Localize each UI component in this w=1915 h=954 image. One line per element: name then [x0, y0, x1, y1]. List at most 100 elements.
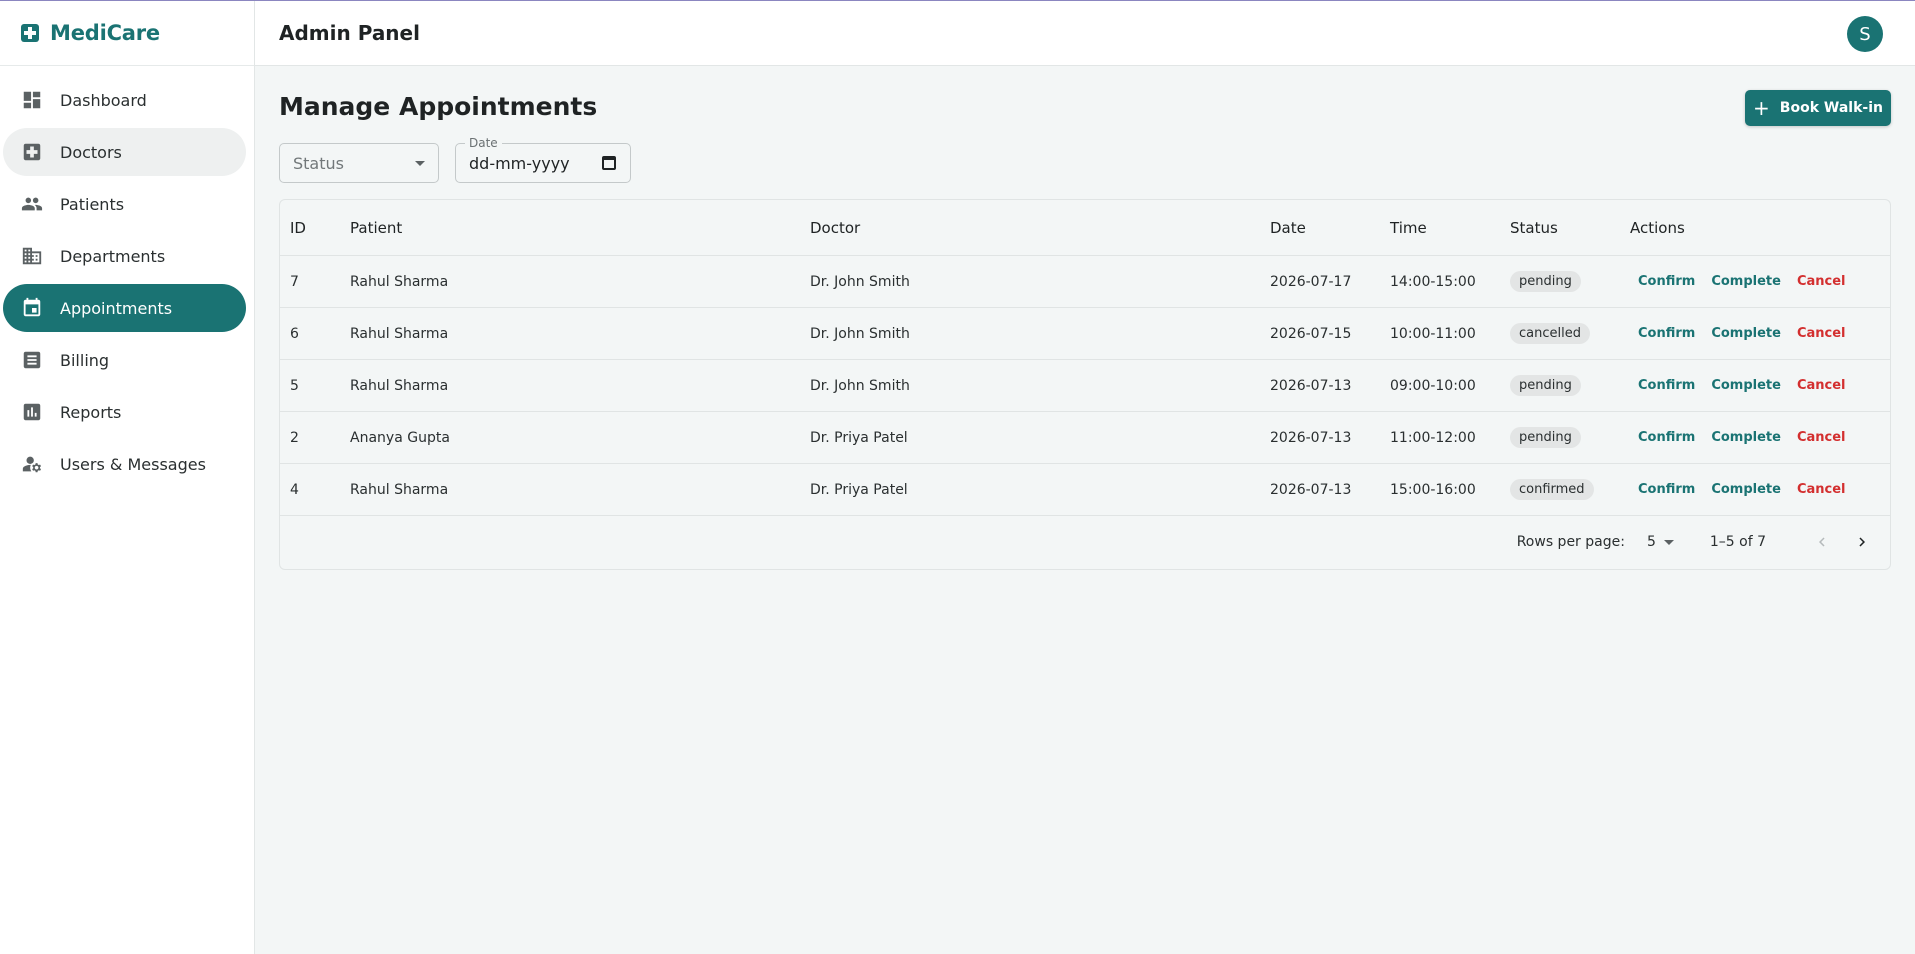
column-header-id: ID — [290, 218, 306, 237]
confirm-button[interactable]: Confirm — [1630, 322, 1703, 345]
sidebar: MediCare Dashboard Doctors Patients Depa… — [0, 1, 255, 954]
plus-icon: + — [1753, 96, 1770, 120]
medical-cross-icon — [21, 141, 43, 163]
rows-per-page-value: 5 — [1646, 534, 1656, 550]
cell-doctor: Dr. Priya Patel — [810, 429, 908, 446]
status-badge: pending — [1510, 375, 1581, 396]
calendar-icon — [21, 297, 43, 319]
cell-actions: Confirm Complete Cancel — [1630, 374, 1890, 397]
cell-doctor: Dr. John Smith — [810, 377, 910, 394]
sidebar-item-appointments[interactable]: Appointments — [3, 284, 246, 332]
table-row: 4 Rahul Sharma Dr. Priya Patel 2026-07-1… — [280, 464, 1890, 516]
rows-per-page-label: Rows per page: — [1516, 534, 1625, 550]
cell-patient: Rahul Sharma — [350, 325, 449, 342]
sidebar-item-label: Reports — [60, 402, 122, 422]
dashboard-icon — [21, 89, 43, 111]
next-page-button[interactable] — [1848, 528, 1876, 556]
building-icon — [21, 245, 43, 267]
table-row: 2 Ananya Gupta Dr. Priya Patel 2026-07-1… — [280, 412, 1890, 464]
previous-page-button[interactable] — [1808, 528, 1836, 556]
column-header-date: Date — [1270, 218, 1306, 237]
cell-actions: Confirm Complete Cancel — [1630, 426, 1890, 449]
cancel-button[interactable]: Cancel — [1789, 478, 1854, 501]
sidebar-item-label: Billing — [60, 350, 110, 370]
cell-time: 15:00-16:00 — [1390, 481, 1476, 498]
confirm-button[interactable]: Confirm — [1630, 426, 1703, 449]
cell-status: cancelled — [1510, 323, 1630, 344]
cell-id: 6 — [290, 325, 299, 342]
table-row: 6 Rahul Sharma Dr. John Smith 2026-07-15… — [280, 308, 1890, 360]
status-badge: pending — [1510, 271, 1581, 292]
cell-date: 2026-07-13 — [1270, 377, 1352, 394]
book-walk-in-button[interactable]: + Book Walk-in — [1745, 90, 1891, 126]
column-header-time: Time — [1390, 218, 1427, 237]
cell-status: pending — [1510, 375, 1630, 396]
sidebar-item-patients[interactable]: Patients — [3, 180, 246, 228]
cancel-button[interactable]: Cancel — [1789, 322, 1854, 345]
sidebar-item-departments[interactable]: Departments — [3, 232, 246, 280]
page-title: Manage Appointments — [279, 92, 598, 121]
brand[interactable]: MediCare — [0, 1, 254, 66]
sidebar-item-label: Users & Messages — [60, 454, 206, 474]
chevron-down-icon — [415, 161, 425, 166]
cell-time: 09:00-10:00 — [1390, 377, 1476, 394]
status-filter-select[interactable]: Status — [279, 143, 439, 183]
table-pagination: Rows per page: 5 1–5 of 7 — [280, 516, 1890, 568]
status-filter-placeholder: Status — [293, 153, 344, 173]
sidebar-item-doctors[interactable]: Doctors — [3, 128, 246, 176]
confirm-button[interactable]: Confirm — [1630, 270, 1703, 293]
manage-accounts-icon — [21, 453, 43, 475]
confirm-button[interactable]: Confirm — [1630, 478, 1703, 501]
rows-per-page-select[interactable]: 5 — [1647, 534, 1674, 550]
complete-button[interactable]: Complete — [1703, 478, 1789, 501]
sidebar-item-label: Appointments — [60, 298, 173, 318]
book-walk-in-label: Book Walk-in — [1779, 100, 1883, 116]
people-icon — [21, 193, 43, 215]
cancel-button[interactable]: Cancel — [1789, 426, 1854, 449]
status-badge: pending — [1510, 427, 1581, 448]
cell-time: 10:00-11:00 — [1390, 325, 1476, 342]
calendar-picker-icon[interactable] — [602, 156, 616, 170]
sidebar-item-reports[interactable]: Reports — [3, 388, 246, 436]
chevron-right-icon — [1859, 537, 1865, 547]
cell-status: confirmed — [1510, 479, 1630, 500]
cell-date: 2026-07-15 — [1270, 325, 1352, 342]
cell-date: 2026-07-13 — [1270, 481, 1352, 498]
cell-id: 2 — [290, 429, 299, 446]
table-row: 5 Rahul Sharma Dr. John Smith 2026-07-13… — [280, 360, 1890, 412]
cell-patient: Rahul Sharma — [350, 481, 449, 498]
appointments-table: ID Patient Doctor Date Time Status Actio… — [279, 199, 1891, 570]
chevron-left-icon — [1819, 537, 1825, 547]
sidebar-item-label: Dashboard — [60, 90, 147, 110]
sidebar-item-users-messages[interactable]: Users & Messages — [3, 440, 246, 488]
date-filter-label: Date — [465, 136, 502, 150]
date-filter-input[interactable]: Date dd-mm-yyyy — [455, 136, 631, 183]
complete-button[interactable]: Complete — [1703, 270, 1789, 293]
brand-name: MediCare — [50, 21, 160, 45]
cancel-button[interactable]: Cancel — [1789, 374, 1854, 397]
cell-patient: Rahul Sharma — [350, 273, 449, 290]
cancel-button[interactable]: Cancel — [1789, 270, 1854, 293]
cell-status: pending — [1510, 271, 1630, 292]
avatar[interactable]: S — [1847, 16, 1883, 52]
cell-id: 4 — [290, 481, 299, 498]
sidebar-item-dashboard[interactable]: Dashboard — [3, 76, 246, 124]
table-row: 7 Rahul Sharma Dr. John Smith 2026-07-17… — [280, 256, 1890, 308]
bar-chart-icon — [21, 401, 43, 423]
receipt-icon — [21, 349, 43, 371]
complete-button[interactable]: Complete — [1703, 426, 1789, 449]
status-badge: cancelled — [1510, 323, 1590, 344]
status-badge: confirmed — [1510, 479, 1594, 500]
table-header-row: ID Patient Doctor Date Time Status Actio… — [280, 200, 1890, 256]
cell-doctor: Dr. John Smith — [810, 325, 910, 342]
confirm-button[interactable]: Confirm — [1630, 374, 1703, 397]
cell-time: 11:00-12:00 — [1390, 429, 1476, 446]
complete-button[interactable]: Complete — [1703, 322, 1789, 345]
top-app-bar: Admin Panel S — [255, 1, 1915, 66]
pagination-range: 1–5 of 7 — [1709, 534, 1766, 550]
date-filter-placeholder: dd-mm-yyyy — [469, 153, 570, 173]
column-header-patient: Patient — [350, 218, 403, 237]
sidebar-item-billing[interactable]: Billing — [3, 336, 246, 384]
cell-patient: Ananya Gupta — [350, 429, 450, 446]
complete-button[interactable]: Complete — [1703, 374, 1789, 397]
